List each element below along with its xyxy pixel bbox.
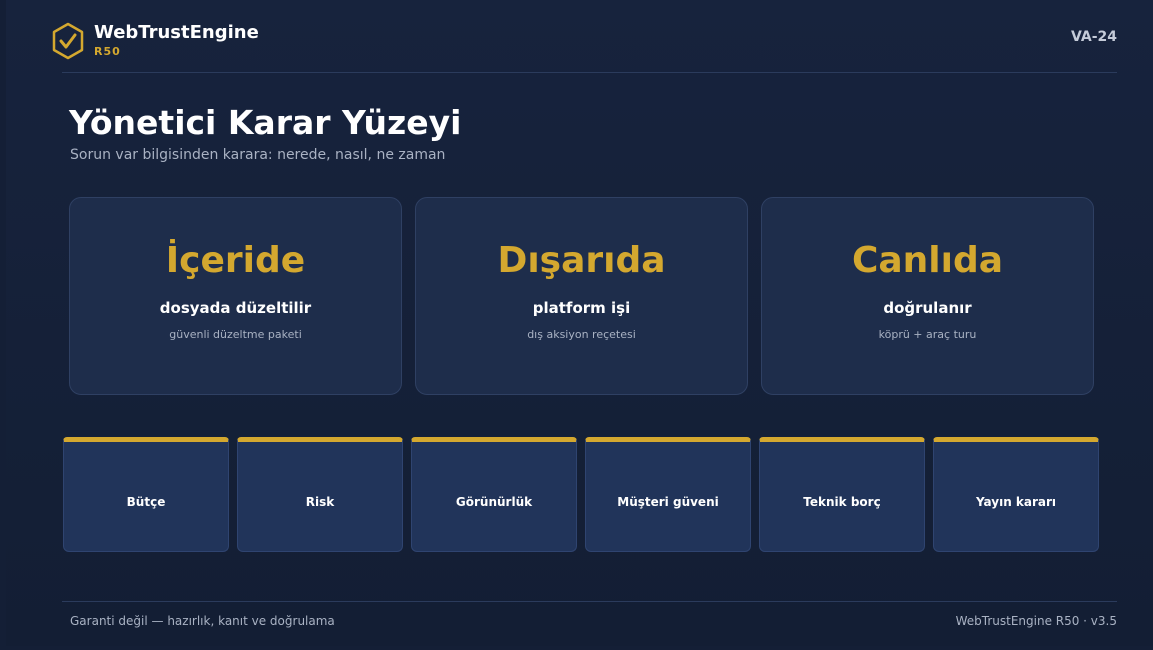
card-subtitle: platform işi — [532, 299, 631, 317]
tile-label: Yayın kararı — [975, 495, 1057, 509]
brand-name: WebTrustEngine — [94, 22, 259, 43]
tile-butce: Bütçe — [63, 437, 229, 552]
page-title: Yönetici Karar Yüzeyi — [69, 103, 462, 142]
brand-release: R50 — [94, 45, 121, 58]
card-canlida: Canlıda doğrulanır köprü + araç turu — [761, 197, 1094, 395]
card-caption: dış aksiyon reçetesi — [527, 328, 636, 341]
card-subtitle: doğrulanır — [883, 299, 972, 317]
tile-label: Görünürlük — [455, 495, 533, 509]
footer-disclaimer: Garanti değil — hazırlık, kanıt ve doğru… — [70, 614, 335, 628]
card-iceride: İçeride dosyada düzeltilir güvenli düzel… — [69, 197, 402, 395]
tile-risk: Risk — [237, 437, 403, 552]
card-title: İçeride — [165, 240, 306, 281]
version-tag: VA-24 — [1070, 29, 1117, 45]
card-title: Canlıda — [851, 240, 1004, 281]
card-subtitle: dosyada düzeltilir — [159, 299, 312, 317]
card-disarida: Dışarıda platform işi dış aksiyon reçete… — [415, 197, 748, 395]
tile-label: Müşteri güveni — [617, 495, 719, 509]
card-caption: güvenli düzeltme paketi — [169, 328, 302, 341]
tile-yayin-karari: Yayın kararı — [933, 437, 1099, 552]
footer-version: WebTrustEngine R50 · v3.5 — [955, 614, 1117, 628]
card-caption: köprü + araç turu — [878, 328, 977, 341]
tile-teknik-borc: Teknik borç — [759, 437, 925, 552]
tile-label: Bütçe — [126, 495, 166, 509]
card-title: Dışarıda — [497, 240, 666, 281]
slide-frame: WebTrustEngine R50 VA-24 Yönetici Karar … — [6, 0, 1153, 646]
tile-label: Risk — [305, 495, 335, 509]
page-subtitle: Sorun var bilgisinden karara: nerede, na… — [70, 147, 446, 163]
header: WebTrustEngine R50 VA-24 — [52, 0, 1117, 73]
tile-label: Teknik borç — [803, 495, 881, 509]
footer: Garanti değil — hazırlık, kanıt ve doğru… — [62, 601, 1117, 642]
shield-check-icon — [52, 22, 84, 60]
tile-musteri-guveni: Müşteri güveni — [585, 437, 751, 552]
tile-gorunurluk: Görünürlük — [411, 437, 577, 552]
